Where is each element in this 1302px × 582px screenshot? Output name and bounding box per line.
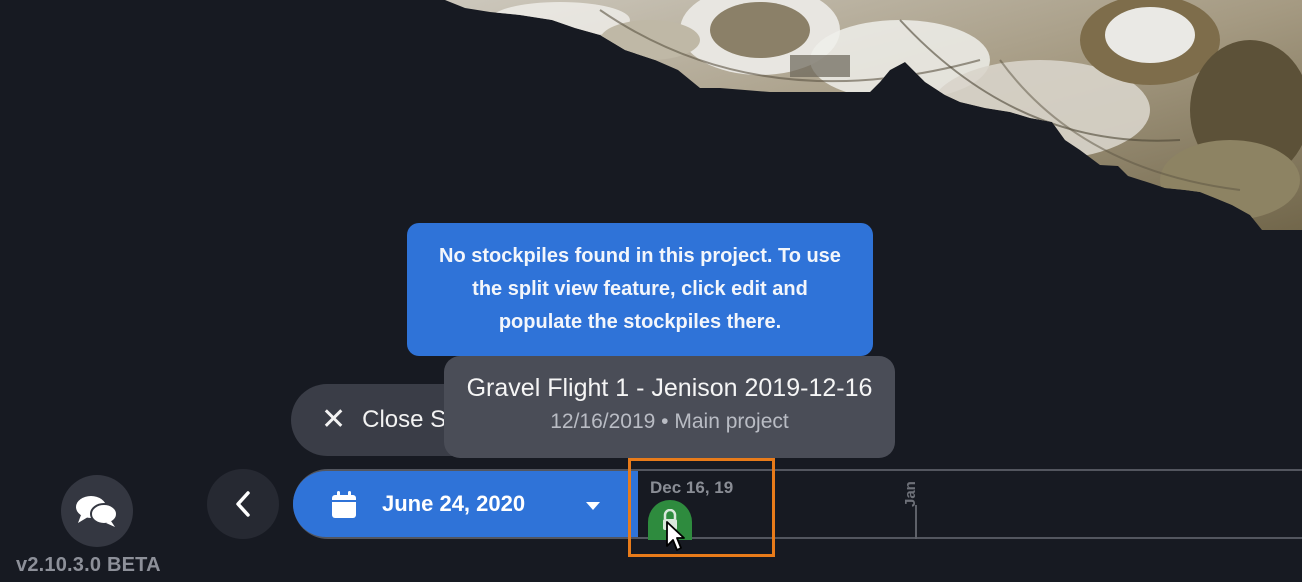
- selected-date: June 24, 2020: [382, 491, 526, 516]
- previous-date-button[interactable]: [207, 469, 279, 539]
- chat-bubbles-icon: [76, 496, 118, 527]
- highlight-box: [628, 458, 775, 557]
- caret-down-icon: [586, 502, 600, 510]
- close-icon: ✕: [321, 403, 347, 436]
- mouse-cursor-icon: [666, 521, 685, 551]
- close-split-label: Close S: [362, 406, 447, 433]
- no-stockpiles-tooltip: No stockpiles found in this project. To …: [407, 223, 873, 356]
- chat-button[interactable]: [61, 475, 133, 547]
- flight-meta: 12/16/2019 • Main project: [550, 410, 789, 433]
- tooltip-message: No stockpiles found in this project. To …: [439, 245, 841, 333]
- flight-title: Gravel Flight 1 - Jenison 2019-12-16: [466, 374, 873, 402]
- calendar-icon: [332, 491, 356, 518]
- version-label: v2.10.3.0 BETA: [16, 554, 161, 576]
- date-picker-button[interactable]: June 24, 2020: [293, 471, 638, 537]
- month-label: Jan: [902, 481, 919, 507]
- flight-hover-card: Gravel Flight 1 - Jenison 2019-12-16 12/…: [444, 356, 895, 458]
- month-tick: [915, 505, 917, 539]
- chevron-left-icon: [236, 491, 250, 517]
